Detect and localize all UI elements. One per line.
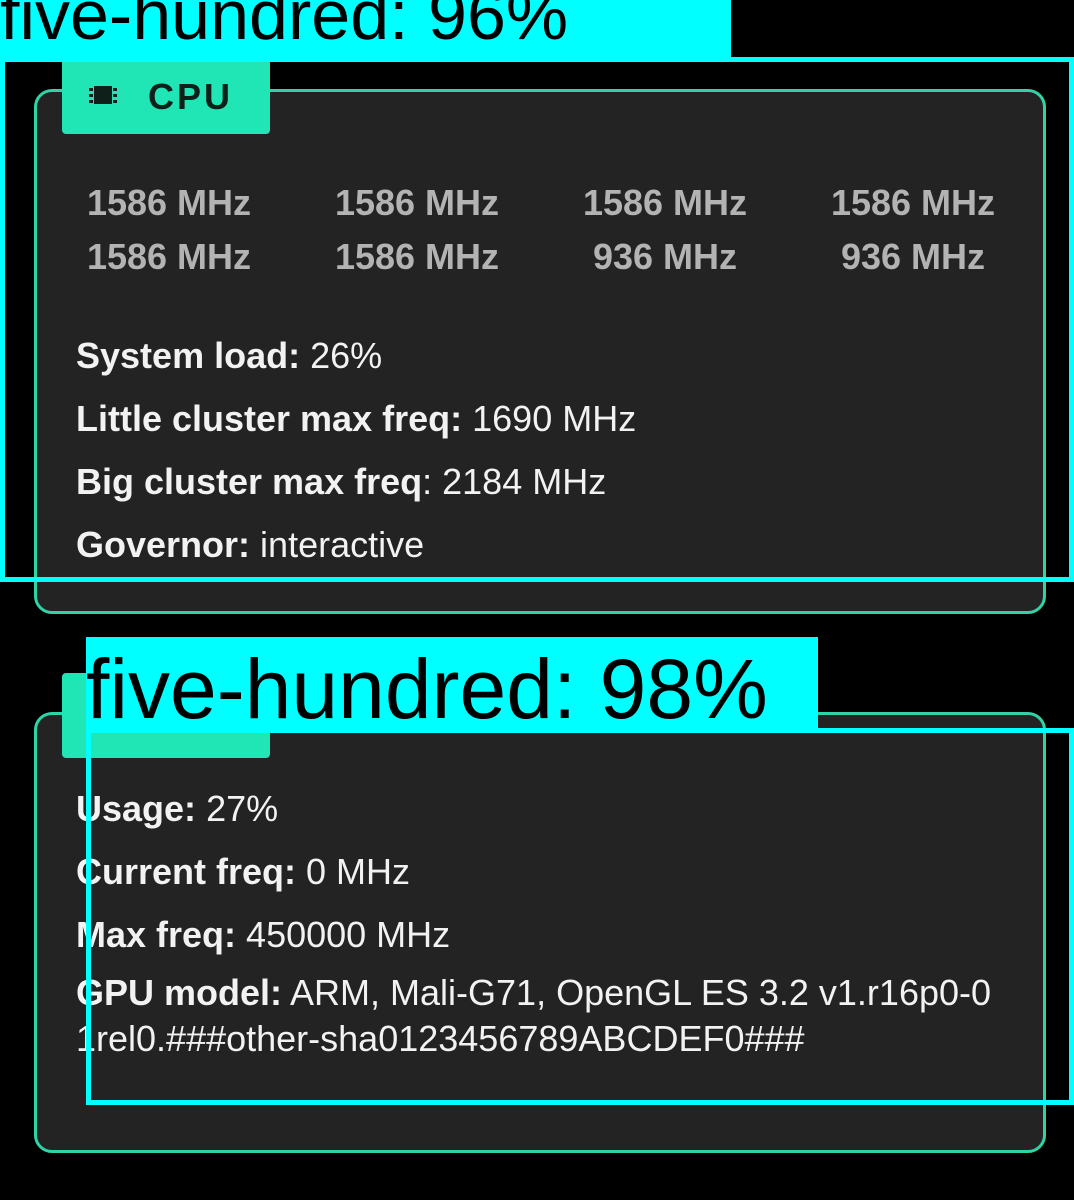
governor-label: Governor: — [76, 524, 251, 565]
little-cluster-label: Little cluster max freq: — [76, 398, 463, 439]
gpu-max-freq-value: 450000 MHz — [246, 914, 451, 955]
system-load-label: System load: — [76, 335, 301, 376]
system-load-value: 26% — [310, 335, 383, 376]
app-screen: CPU 1586 MHz 1586 MHz 1586 MHz 1586 MHz … — [0, 0, 1074, 1200]
cpu-tab-label: CPU — [148, 75, 234, 117]
detection-label: five-hundred: 98% — [86, 637, 818, 733]
gpu-usage-value: 27% — [206, 788, 279, 829]
core-freq-2: 1586 MHz — [582, 182, 748, 223]
core-freq-0: 1586 MHz — [86, 182, 252, 223]
gpu-current-freq-value: 0 MHz — [306, 851, 411, 892]
gpu-model-label: GPU model: — [76, 972, 283, 1013]
core-freq-1: 1586 MHz — [334, 182, 500, 223]
big-cluster-value: : 2184 MHz — [422, 461, 607, 502]
big-cluster-label: Big cluster max freq — [76, 461, 423, 502]
governor-row: Governor: interactive — [76, 524, 424, 566]
gpu-current-freq-label: Current freq: — [76, 851, 297, 892]
core-freq-3: 1586 MHz — [830, 182, 996, 223]
gpu-max-freq-label: Max freq: — [76, 914, 237, 955]
detection-label: five-hundred: 96% — [0, 0, 731, 58]
gpu-usage-row: Usage: 27% — [76, 788, 278, 830]
core-freq-7: 936 MHz — [840, 236, 986, 277]
core-freq-4: 1586 MHz — [86, 236, 252, 277]
gpu-max-freq-row: Max freq: 450000 MHz — [76, 914, 450, 956]
gpu-usage-label: Usage: — [76, 788, 197, 829]
chip-icon — [88, 82, 118, 108]
little-cluster-row: Little cluster max freq: 1690 MHz — [76, 398, 636, 440]
system-load-row: System load: 26% — [76, 335, 382, 377]
governor-value: interactive — [260, 524, 425, 565]
gpu-model-row: GPU model: ARM, Mali-G71, OpenGL ES 3.2 … — [76, 970, 1006, 1105]
core-freq-6: 936 MHz — [592, 236, 738, 277]
gpu-current-freq-row: Current freq: 0 MHz — [76, 851, 410, 893]
core-freq-5: 1586 MHz — [334, 236, 500, 277]
big-cluster-row: Big cluster max freq: 2184 MHz — [76, 461, 606, 503]
cpu-tab[interactable]: CPU — [62, 55, 270, 134]
little-cluster-value: 1690 MHz — [472, 398, 637, 439]
